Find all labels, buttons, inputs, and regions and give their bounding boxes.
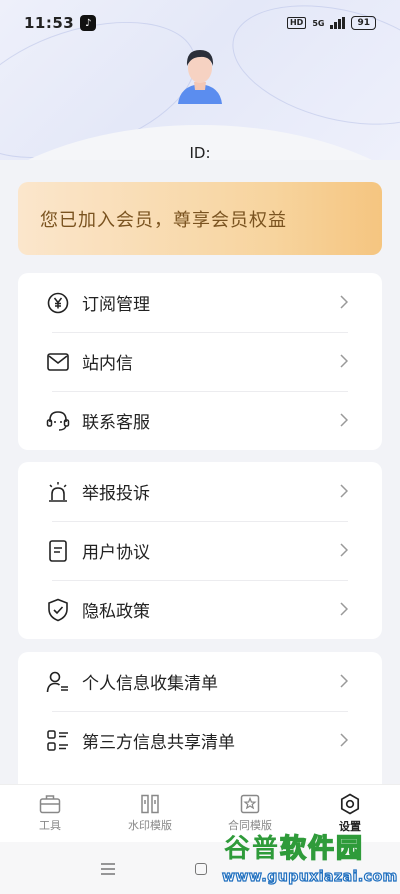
menu-card-legal: 举报投诉 用户协议 隐私政策	[18, 462, 382, 639]
contract-template-icon	[240, 794, 260, 814]
membership-banner[interactable]: 您已加入会员，尊享会员权益	[18, 182, 382, 255]
chevron-right-icon	[340, 484, 348, 498]
menu-item-inbox[interactable]: 站内信	[18, 332, 382, 391]
chevron-right-icon	[340, 354, 348, 368]
menu-item-label: 联系客服	[82, 413, 150, 433]
alarm-icon	[46, 480, 70, 504]
avatar[interactable]	[172, 42, 228, 104]
tab-label: 水印模版	[128, 819, 172, 832]
chevron-right-icon	[340, 602, 348, 616]
chevron-right-icon	[340, 733, 348, 747]
menu-item-subscription[interactable]: 订阅管理	[18, 273, 382, 332]
hd-badge: HD	[286, 17, 307, 29]
battery-icon: 91	[351, 16, 376, 30]
chevron-right-icon	[340, 413, 348, 427]
menu-item-third-party-sharing-list[interactable]: 第三方信息共享清单	[18, 711, 382, 770]
watermark-title: 谷普软件园	[224, 833, 365, 865]
user-id-label: ID:	[189, 144, 211, 162]
chevron-right-icon	[340, 543, 348, 557]
menu-item-privacy-policy[interactable]: 隐私政策	[18, 580, 382, 639]
menu-icon[interactable]	[100, 862, 116, 876]
menu-item-report[interactable]: 举报投诉	[18, 462, 382, 521]
signal-icon	[330, 17, 346, 29]
status-indicators: HD 5G 91	[286, 16, 376, 30]
document-icon	[46, 539, 70, 563]
menu-item-label: 举报投诉	[82, 484, 150, 504]
menu-item-label: 用户协议	[82, 543, 150, 563]
yen-circle-icon	[46, 291, 70, 315]
site-watermark-logo: 谷普软件园 www.gupuxiazai.com	[218, 818, 400, 894]
shield-check-icon	[46, 598, 70, 622]
menu-item-label: 个人信息收集清单	[82, 674, 218, 694]
menu-item-label: 隐私政策	[82, 602, 150, 622]
tab-label: 工具	[39, 819, 61, 832]
menu-item-personal-info-list[interactable]: 个人信息收集清单	[18, 652, 382, 711]
chevron-right-icon	[340, 674, 348, 688]
watermark-template-icon	[141, 794, 159, 814]
network-type: 5G	[312, 18, 325, 28]
tiktok-notification-icon: ♪	[80, 15, 97, 31]
settings-icon	[340, 793, 360, 815]
menu-item-customer-service[interactable]: 联系客服	[18, 391, 382, 450]
tab-watermark-templates[interactable]: 水印模版	[100, 785, 200, 842]
tab-tools[interactable]: 工具	[0, 785, 100, 842]
headset-icon	[46, 409, 70, 433]
toolbox-icon	[39, 795, 61, 814]
home-icon[interactable]	[195, 863, 207, 875]
status-bar: 11:53 ♪ HD 5G 91	[0, 0, 400, 46]
menu-item-label: 订阅管理	[82, 295, 150, 315]
status-time: 11:53	[24, 14, 75, 32]
menu-item-label: 站内信	[82, 354, 133, 374]
menu-card-account: 订阅管理 站内信 联系客服	[18, 273, 382, 450]
grid-list-icon	[46, 729, 70, 753]
chevron-right-icon	[340, 295, 348, 309]
menu-item-user-agreement[interactable]: 用户协议	[18, 521, 382, 580]
membership-banner-text: 您已加入会员，尊享会员权益	[40, 209, 287, 231]
mail-icon	[46, 350, 70, 374]
menu-item-label: 第三方信息共享清单	[82, 733, 235, 753]
watermark-url: www.gupuxiazai.com	[221, 868, 398, 885]
user-list-icon	[46, 670, 70, 694]
